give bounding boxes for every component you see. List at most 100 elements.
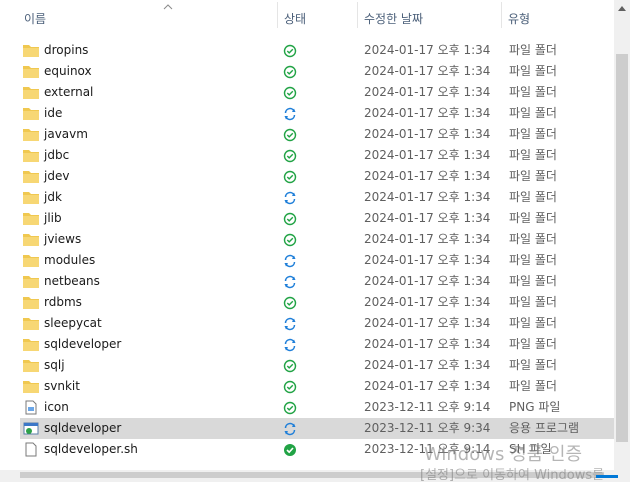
file-name: jviews [44,232,82,246]
column-divider[interactable] [357,2,358,28]
file-name: equinox [44,64,92,78]
file-name: sqldeveloper [44,337,122,351]
synced-check-icon [283,212,297,226]
file-name: sqlj [44,358,65,372]
file-date-modified: 2024-01-17 오후 1:34 [364,85,491,99]
folder-icon [23,318,39,330]
file-name: jdk [44,190,62,204]
file-date-modified: 2024-01-17 오후 1:34 [364,211,491,225]
file-name: modules [44,253,96,267]
file-row[interactable]: jviews 2024-01-17 오후 1:34 파일 폴더 [20,229,614,250]
file-row[interactable]: jdev 2024-01-17 오후 1:34 파일 폴더 [20,166,614,187]
column-divider[interactable] [277,2,278,28]
column-header-name-label: 이름 [24,12,47,26]
file-name: icon [44,400,69,414]
file-date-modified: 2024-01-17 오후 1:34 [364,232,491,246]
file-list-pane: datamirer2024-01-17 오후 1:34파일 폴더dropins2… [0,0,614,482]
column-header-status-label: 상태 [284,12,307,26]
file-type: 파일 폴더 [509,295,557,309]
file-row[interactable]: modules 2024-01-17 오후 1:34 파일 폴더 [20,250,614,271]
file-row[interactable]: jdbc 2024-01-17 오후 1:34 파일 폴더 [20,145,614,166]
file-date-modified: 2024-01-17 오후 1:34 [364,106,491,120]
folder-icon [23,129,39,141]
sync-pending-icon [284,422,296,436]
folder-icon [23,255,39,267]
file-type: PNG 파일 [509,400,561,414]
file-row[interactable]: sleepycat 2024-01-17 오후 1:34 파일 폴더 [20,313,614,334]
file-row[interactable]: sqlj 2024-01-17 오후 1:34 파일 폴더 [20,355,614,376]
folder-icon [23,171,39,183]
column-header-name[interactable]: 이름 [20,0,276,34]
file-row[interactable]: equinox 2024-01-17 오후 1:34 파일 폴더 [20,61,614,82]
file-type: 파일 폴더 [509,274,557,288]
file-type: 파일 폴더 [509,43,557,57]
file-type: 파일 폴더 [509,64,557,78]
application-icon [23,422,39,435]
sort-ascending-icon [163,4,173,10]
file-name: sleepycat [44,316,102,330]
file-row[interactable]: jlib 2024-01-17 오후 1:34 파일 폴더 [20,208,614,229]
scroll-up-arrow-icon[interactable] [617,4,627,12]
synced-check-icon [283,296,297,310]
file-type: 파일 폴더 [509,379,557,393]
column-divider[interactable] [501,2,502,28]
column-header-date-label: 수정한 날짜 [364,12,424,26]
file-row[interactable]: sqldeveloper.sh 2023-12-11 오후 9:14 SH 파일 [20,439,614,460]
vertical-scroll-thumb[interactable] [616,54,628,442]
file-name: ide [44,106,63,120]
folder-icon [23,297,39,309]
column-header-date[interactable]: 수정한 날짜 [360,0,500,34]
file-type: SH 파일 [509,442,552,456]
file-row[interactable]: rdbms 2024-01-17 오후 1:34 파일 폴더 [20,292,614,313]
file-type: 파일 폴더 [509,169,557,183]
file-date-modified: 2023-12-11 오후 9:14 [364,442,491,456]
file-type: 파일 폴더 [509,148,557,162]
file-name: jdev [44,169,70,183]
sync-pending-icon [284,317,296,331]
horizontal-scroll-thumb[interactable] [20,472,604,478]
file-row[interactable]: external 2024-01-17 오후 1:34 파일 폴더 [20,82,614,103]
sync-pending-icon [284,107,296,121]
synced-check-icon [283,380,297,394]
file-row[interactable]: icon 2023-12-11 오후 9:14 PNG 파일 [20,397,614,418]
column-header-type[interactable]: 유형 [504,0,614,34]
file-row[interactable]: dropins 2024-01-17 오후 1:34 파일 폴더 [20,40,614,61]
folder-icon [23,234,39,246]
column-header-status[interactable]: 상태 [280,0,356,34]
file-row[interactable]: sqldeveloper 2023-12-11 오후 9:34 응용 프로그램 [20,418,614,439]
file-row[interactable]: jdk 2024-01-17 오후 1:34 파일 폴더 [20,187,614,208]
folder-icon [23,276,39,288]
file-row[interactable]: svnkit 2024-01-17 오후 1:34 파일 폴더 [20,376,614,397]
text-file-icon [25,442,37,457]
file-type: 파일 폴더 [509,253,557,267]
file-row[interactable]: ide 2024-01-17 오후 1:34 파일 폴더 [20,103,614,124]
file-date-modified: 2023-12-11 오후 9:34 [364,421,491,435]
always-available-icon [284,444,296,456]
file-name: netbeans [44,274,100,288]
folder-icon [23,339,39,351]
file-date-modified: 2024-01-17 오후 1:34 [364,295,491,309]
image-file-icon [25,400,37,415]
file-type: 파일 폴더 [509,358,557,372]
file-type: 파일 폴더 [509,190,557,204]
synced-check-icon [283,170,297,184]
file-date-modified: 2024-01-17 오후 1:34 [364,190,491,204]
folder-icon [23,108,39,120]
folder-icon [23,192,39,204]
column-header-type-label: 유형 [508,12,531,26]
synced-check-icon [283,44,297,58]
file-date-modified: 2024-01-17 오후 1:34 [364,358,491,372]
file-row[interactable]: netbeans 2024-01-17 오후 1:34 파일 폴더 [20,271,614,292]
file-type: 파일 폴더 [509,337,557,351]
synced-check-icon [283,65,297,79]
file-date-modified: 2024-01-17 오후 1:34 [364,253,491,267]
sync-pending-icon [284,254,296,268]
file-date-modified: 2024-01-17 오후 1:34 [364,379,491,393]
file-name: rdbms [44,295,82,309]
file-row[interactable]: sqldeveloper 2024-01-17 오후 1:34 파일 폴더 [20,334,614,355]
synced-check-icon [283,359,297,373]
focus-indicator [596,475,618,478]
file-row[interactable]: javavm 2024-01-17 오후 1:34 파일 폴더 [20,124,614,145]
file-date-modified: 2024-01-17 오후 1:34 [364,127,491,141]
synced-check-icon [283,86,297,100]
